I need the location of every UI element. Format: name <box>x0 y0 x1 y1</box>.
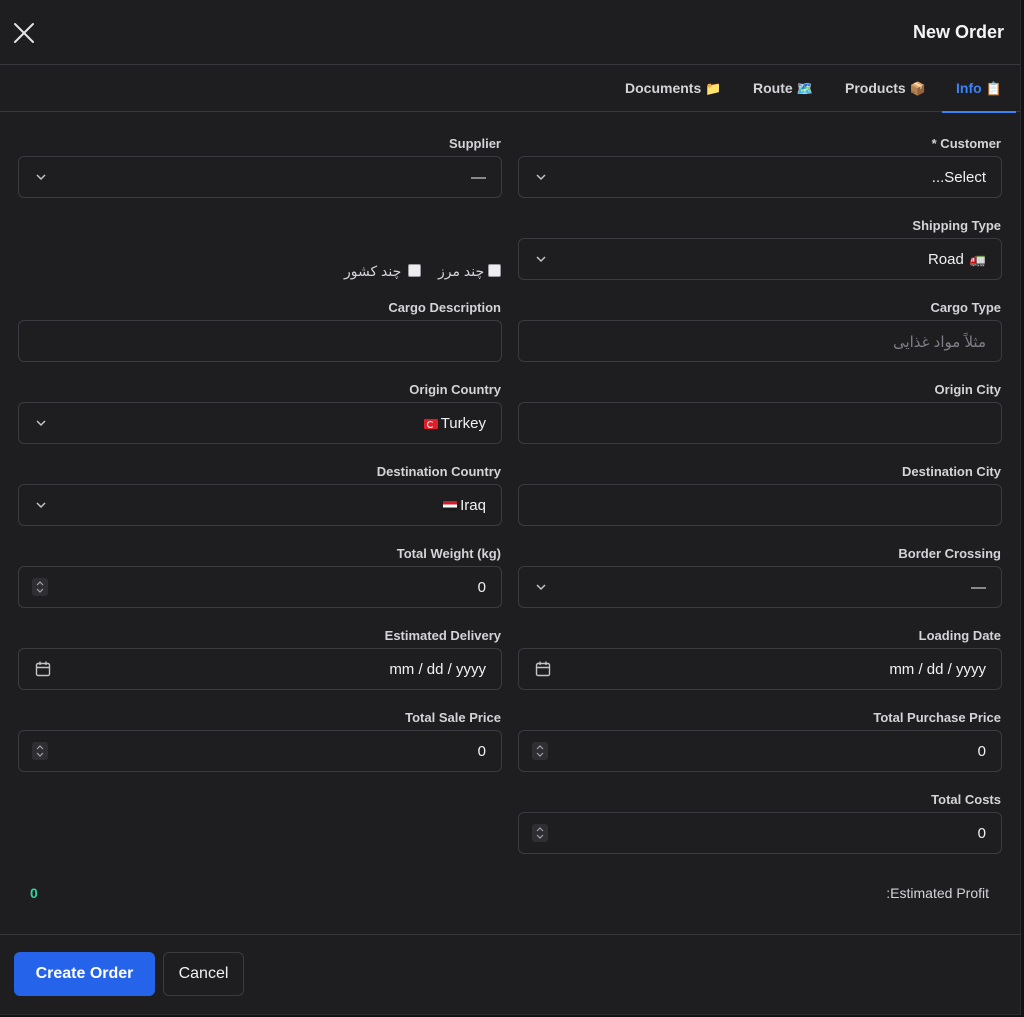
cargo-description-label: Cargo Description <box>388 300 501 315</box>
iraq-flag-icon <box>443 501 458 511</box>
total-sale-price-value: 0 <box>477 743 486 760</box>
tab-route-label: Route <box>753 80 793 96</box>
supplier-value: — <box>471 169 486 186</box>
create-order-button[interactable]: Create Order <box>14 952 155 996</box>
customer-label: * Customer <box>931 136 1001 151</box>
calendar-icon[interactable] <box>35 660 51 678</box>
total-costs-input[interactable]: 0 <box>518 812 1002 854</box>
shipping-type-value: Road <box>927 251 964 268</box>
estimated-delivery-label: Estimated Delivery <box>384 628 501 643</box>
total-sale-price-label: Total Sale Price <box>405 710 501 725</box>
tab-products[interactable]: Products 📦 <box>845 65 926 112</box>
estimated-delivery-value: mm / dd / yyyy <box>389 661 486 678</box>
origin-country-select[interactable]: Turkey <box>18 402 502 444</box>
cargo-description-input[interactable] <box>18 320 502 362</box>
chevron-down-icon <box>36 174 46 181</box>
tab-route[interactable]: Route 🗺️ <box>753 65 813 112</box>
truck-icon: 🚛 <box>969 253 986 268</box>
cancel-button[interactable]: Cancel <box>163 952 244 996</box>
destination-city-label: Destination City <box>902 464 1001 479</box>
border-crossing-select[interactable]: — <box>518 566 1002 608</box>
customer-select[interactable]: ...Select <box>518 156 1002 198</box>
tab-info-label: Info <box>956 80 982 96</box>
tab-info[interactable]: Info 📋 <box>942 65 1016 113</box>
loading-date-input[interactable]: mm / dd / yyyy <box>518 648 1002 690</box>
package-icon: 📦 <box>909 82 926 97</box>
shipping-type-select[interactable]: Road 🚛 <box>518 238 1002 280</box>
origin-country-value: Turkey <box>440 415 486 432</box>
border-crossing-label: Border Crossing <box>898 546 1001 561</box>
border-crossing-value: — <box>971 579 986 596</box>
spinner-icon[interactable] <box>32 742 48 760</box>
loading-date-value: mm / dd / yyyy <box>889 661 986 678</box>
estimated-profit-label: :Estimated Profit <box>886 885 989 901</box>
spinner-icon[interactable] <box>532 824 548 842</box>
destination-country-value: Iraq <box>460 497 486 514</box>
multi-country-checkbox[interactable] <box>408 264 421 277</box>
destination-country-select[interactable]: Iraq <box>18 484 502 526</box>
tab-documents[interactable]: Documents 📁 <box>625 65 721 112</box>
origin-city-label: Origin City <box>934 382 1001 397</box>
estimated-profit-value: 0 <box>30 885 38 901</box>
tab-bar: Documents 📁 Route 🗺️ Products 📦 Info 📋 <box>0 65 1020 113</box>
turkey-flag-icon <box>423 419 438 429</box>
destination-country-label: Destination Country <box>376 464 501 479</box>
new-order-modal: New Order Documents 📁 Route 🗺️ Products 📦 I… <box>0 0 1021 1015</box>
spinner-icon[interactable] <box>32 578 48 596</box>
origin-city-input[interactable] <box>518 402 1002 444</box>
multi-border-checkbox[interactable] <box>488 264 501 277</box>
page-title: New Order <box>912 22 1004 42</box>
origin-country-display: Turkey <box>422 415 486 432</box>
modal-footer: Create Order Cancel <box>0 934 1020 1015</box>
total-weight-value: 0 <box>477 579 486 596</box>
total-weight-label: Total Weight (kg) <box>396 546 501 561</box>
spinner-icon[interactable] <box>532 742 548 760</box>
cargo-type-label: Cargo Type <box>930 300 1001 315</box>
total-weight-input[interactable]: 0 <box>18 566 502 608</box>
loading-date-label: Loading Date <box>918 628 1001 643</box>
chevron-down-icon <box>536 584 546 591</box>
tab-documents-label: Documents <box>625 80 702 96</box>
total-sale-price-input[interactable]: 0 <box>18 730 502 772</box>
chevron-down-icon <box>36 420 46 427</box>
total-costs-label: Total Costs <box>931 792 1001 807</box>
supplier-select[interactable]: — <box>18 156 502 198</box>
total-costs-value: 0 <box>977 825 986 842</box>
destination-city-input[interactable] <box>518 484 1002 526</box>
supplier-label: Supplier <box>448 136 501 151</box>
total-purchase-price-label: Total Purchase Price <box>873 710 1001 725</box>
origin-country-label: Origin Country <box>409 382 501 397</box>
calendar-icon[interactable] <box>535 660 551 678</box>
customer-value: ...Select <box>931 169 986 186</box>
total-purchase-price-input[interactable]: 0 <box>518 730 1002 772</box>
shipping-type-label: Shipping Type <box>912 218 1001 233</box>
cargo-type-placeholder: مثلاً مواد غذایی <box>892 334 986 351</box>
multi-border-label: چند مرز <box>438 263 485 279</box>
clipboard-icon: 📋 <box>985 82 1002 97</box>
total-purchase-price-value: 0 <box>977 743 986 760</box>
close-icon[interactable] <box>12 21 36 45</box>
chevron-down-icon <box>536 256 546 263</box>
chevron-down-icon <box>536 174 546 181</box>
map-icon: 🗺️ <box>796 82 813 97</box>
shipping-type-display: Road 🚛 <box>928 251 986 268</box>
cargo-type-input[interactable]: مثلاً مواد غذایی <box>518 320 1002 362</box>
folder-icon: 📁 <box>705 82 722 97</box>
chevron-down-icon <box>36 502 46 509</box>
tab-products-label: Products <box>845 80 906 96</box>
multi-country-label: چند کشور <box>344 263 402 279</box>
destination-country-display: Iraq <box>441 497 486 514</box>
estimated-delivery-input[interactable]: mm / dd / yyyy <box>18 648 502 690</box>
modal-header: New Order <box>0 0 1020 65</box>
